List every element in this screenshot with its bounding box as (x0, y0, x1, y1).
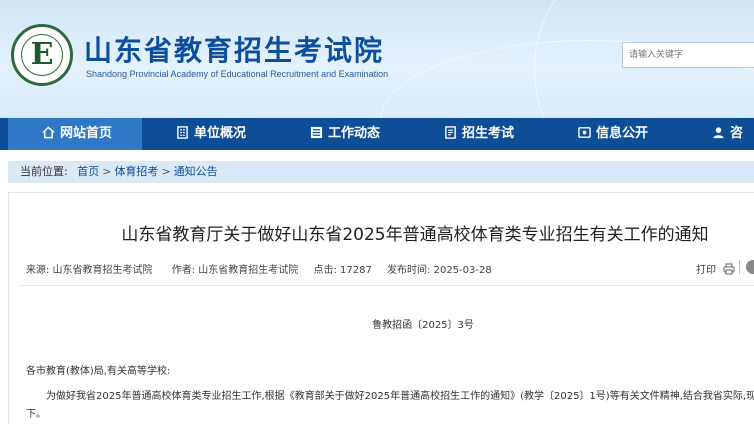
article-paragraph-end: 下。 (26, 409, 46, 420)
search-input[interactable]: 请输入关键字 (622, 42, 754, 68)
meta-source: 来源: 山东省教育招生考试院 (26, 265, 153, 276)
breadcrumb-separator: > (161, 165, 171, 178)
breadcrumb-notices[interactable]: 通知公告 (174, 165, 218, 178)
building-icon (177, 126, 188, 139)
meta-divider (739, 260, 740, 274)
meta-clicks: 点击: 17287 (313, 265, 372, 276)
breadcrumb-prefix: 当前位置: (20, 165, 68, 178)
nav-item-consult[interactable]: 咨询 (712, 118, 754, 173)
nav-item-about[interactable]: 单位概况 (176, 118, 246, 150)
breadcrumb: 当前位置: 首页 > 体育招考 > 通知公告 (8, 161, 754, 183)
list-icon (310, 126, 323, 139)
breadcrumb-separator: > (102, 165, 112, 178)
breadcrumb-sports[interactable]: 体育招考 (114, 165, 158, 178)
site-title[interactable]: 山东省教育招生考试院 (84, 29, 384, 69)
article-meta: 来源: 山东省教育招生考试院 作者: 山东省教育招生考试院 点击: 17287 … (26, 261, 508, 276)
info-icon (578, 127, 591, 138)
breadcrumb-home[interactable]: 首页 (77, 165, 99, 178)
document-icon (445, 126, 456, 139)
article-title: 山东省教育厅关于做好山东省2025年普通高校体育类专业招生有关工作的通知 (121, 225, 709, 245)
nav-label: 信息公开 (596, 126, 649, 141)
print-button[interactable]: 打印 (696, 261, 735, 276)
logo-letter: E (30, 37, 54, 72)
nav-item-exams[interactable]: 招生考试 (444, 118, 514, 150)
meta-date: 发布时间: 2025-03-28 (387, 265, 492, 276)
nav-item-news[interactable]: 工作动态 (310, 118, 380, 150)
print-label: 打印 (696, 265, 716, 276)
share-icon[interactable] (746, 260, 754, 274)
site-subtitle: Shandong Provincial Academy of Education… (86, 69, 389, 79)
greeting: 各市教育(教体)局,有关高等学校: (26, 366, 171, 377)
nav-label: 网站首页 (60, 126, 113, 141)
document-number: 鲁教招函〔2025〕3号 (372, 320, 474, 331)
main-nav: 网站首页 单位概况 工作动态 招生考试 信息公开 咨询 (0, 118, 754, 173)
user-icon (713, 127, 724, 139)
meta-divider-line (18, 285, 754, 286)
home-icon (42, 126, 55, 139)
meta-author: 作者: 山东省教育招生考试院 (171, 265, 299, 276)
printer-icon (723, 263, 735, 275)
nav-label: 招生考试 (462, 126, 515, 141)
article-paragraph: 为做好我省2025年普通高校体育类专业招生工作,根据《教育部关于做好2025年普… (46, 391, 754, 402)
nav-label: 单位概况 (194, 126, 247, 141)
site-header: E 山东省教育招生考试院 Shandong Provincial Academy… (0, 0, 754, 118)
site-logo[interactable]: E (11, 24, 73, 86)
nav-item-home[interactable]: 网站首页 (8, 118, 142, 150)
nav-label: 工作动态 (328, 126, 381, 141)
nav-item-disclosure[interactable]: 信息公开 (578, 118, 648, 150)
